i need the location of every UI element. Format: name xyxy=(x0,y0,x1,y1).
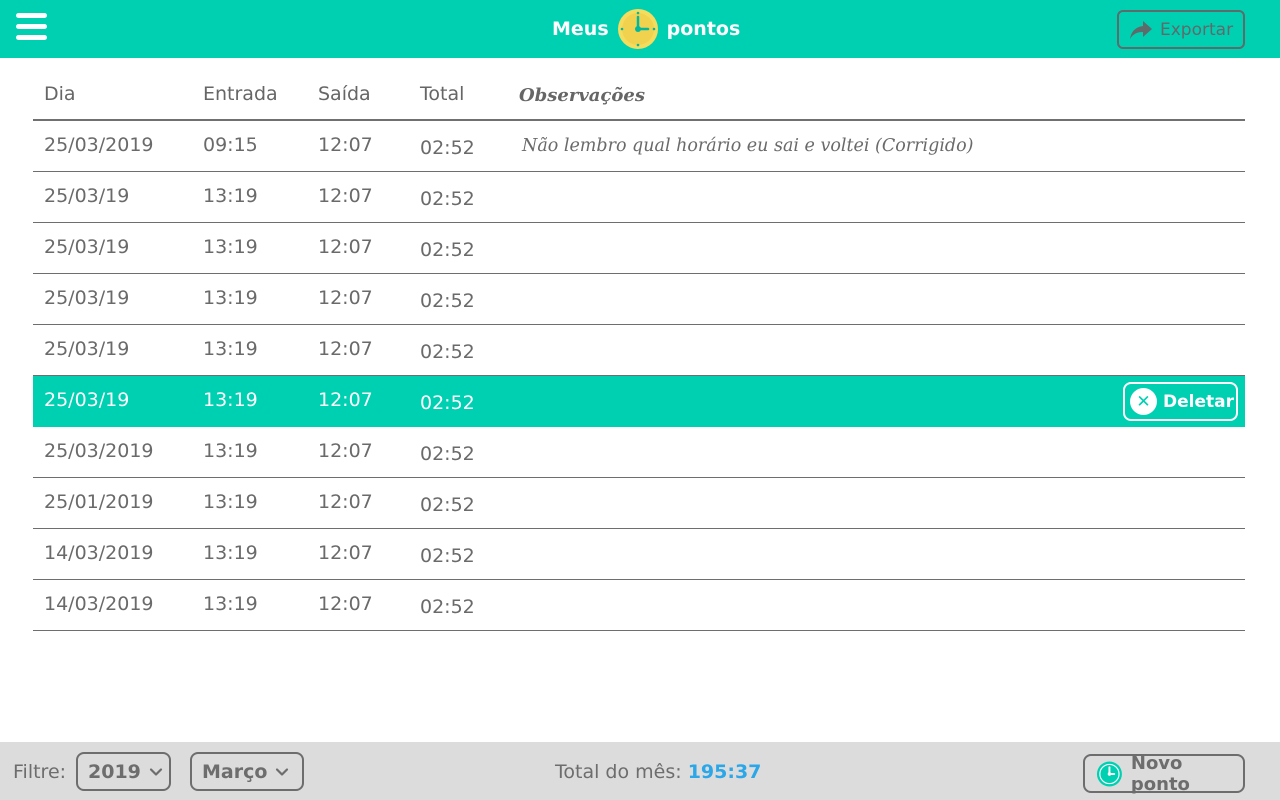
cell-total: 02:52 xyxy=(420,137,475,159)
table-row[interactable]: 14/03/2019 13:19 12:07 02:52 xyxy=(33,529,1245,580)
cell-saida: 12:07 xyxy=(318,389,373,411)
cell-entrada: 13:19 xyxy=(203,542,258,564)
month-total-value: 195:37 xyxy=(687,761,762,783)
column-header-saida: Saída xyxy=(318,83,371,105)
cell-total: 02:52 xyxy=(420,545,475,567)
cell-total: 02:52 xyxy=(420,392,475,414)
cell-saida: 12:07 xyxy=(318,593,373,615)
month-select[interactable]: Março xyxy=(190,752,304,791)
cell-saida: 12:07 xyxy=(318,440,373,462)
cell-dia: 25/03/19 xyxy=(44,185,130,207)
cell-total: 02:52 xyxy=(420,596,475,618)
cell-saida: 12:07 xyxy=(318,287,373,309)
cell-entrada: 09:15 xyxy=(203,134,258,156)
close-circle-icon: ✕ xyxy=(1130,388,1157,415)
share-arrow-icon xyxy=(1130,20,1152,39)
cell-saida: 12:07 xyxy=(318,236,373,258)
cell-entrada: 13:19 xyxy=(203,338,258,360)
cell-entrada: 13:19 xyxy=(203,389,258,411)
app-brand: Meus pontos xyxy=(552,8,740,50)
chevron-down-icon xyxy=(149,767,162,776)
app-header: Meus pontos Exportar xyxy=(0,0,1280,58)
cell-entrada: 13:19 xyxy=(203,287,258,309)
table-row[interactable]: 25/03/19 13:19 12:07 02:52 xyxy=(33,325,1245,376)
cell-entrada: 13:19 xyxy=(203,440,258,462)
cell-saida: 12:07 xyxy=(318,542,373,564)
brand-title-right: pontos xyxy=(666,18,741,40)
cell-dia: 25/03/2019 xyxy=(44,440,154,462)
cell-observacoes: Não lembro qual horário eu sai e voltei … xyxy=(522,136,974,156)
cell-total: 02:52 xyxy=(420,188,475,210)
cell-total: 02:52 xyxy=(420,443,475,465)
cell-saida: 12:07 xyxy=(318,134,373,156)
cell-total: 02:52 xyxy=(420,290,475,312)
menu-bar xyxy=(16,24,47,29)
year-select-value: 2019 xyxy=(88,760,141,783)
cell-dia: 14/03/2019 xyxy=(44,542,154,564)
delete-button[interactable]: ✕ Deletar xyxy=(1123,382,1238,421)
cell-saida: 12:07 xyxy=(318,338,373,360)
cell-total: 02:52 xyxy=(420,341,475,363)
column-header-observacoes: Observações xyxy=(519,85,646,106)
cell-dia: 25/03/2019 xyxy=(44,134,154,156)
year-select[interactable]: 2019 xyxy=(76,752,171,791)
column-header-dia: Dia xyxy=(44,83,76,105)
cell-total: 02:52 xyxy=(420,239,475,261)
cell-total: 02:52 xyxy=(420,494,475,516)
new-entry-label: Novo ponto xyxy=(1130,752,1190,795)
hamburger-menu-icon[interactable] xyxy=(16,13,47,40)
cell-entrada: 13:19 xyxy=(203,236,258,258)
table-row[interactable]: 25/03/2019 09:15 12:07 02:52 Não lembro … xyxy=(33,121,1245,172)
footer-bar: Filtre: 2019 Março Total do mês: 195:37 … xyxy=(0,742,1280,800)
month-select-value: Março xyxy=(202,760,268,783)
chevron-down-icon xyxy=(276,767,289,776)
cell-dia: 25/03/19 xyxy=(44,236,130,258)
cell-entrada: 13:19 xyxy=(203,185,258,207)
menu-bar xyxy=(16,13,47,18)
cell-entrada: 13:19 xyxy=(203,593,258,615)
cell-entrada: 13:19 xyxy=(203,491,258,513)
table-row[interactable]: 25/03/19 13:19 12:07 02:52 xyxy=(33,223,1245,274)
brand-title-left: Meus xyxy=(552,18,609,40)
table-row[interactable]: 25/03/19 13:19 12:07 02:52 xyxy=(33,172,1245,223)
new-entry-button[interactable]: Novo ponto xyxy=(1083,752,1245,795)
cell-saida: 12:07 xyxy=(318,491,373,513)
table-row[interactable]: 25/03/19 13:19 12:07 02:52 xyxy=(33,274,1245,325)
month-total: Total do mês: 195:37 xyxy=(555,761,761,783)
delete-label: Deletar xyxy=(1163,391,1234,412)
export-label: Exportar xyxy=(1160,19,1234,40)
time-entries-table: Dia Entrada Saída Total Observações 25/0… xyxy=(33,70,1245,631)
cell-dia: 25/03/19 xyxy=(44,389,130,411)
cell-dia: 25/03/19 xyxy=(44,287,130,309)
table-header: Dia Entrada Saída Total Observações xyxy=(33,70,1245,121)
column-header-entrada: Entrada xyxy=(203,83,278,105)
table-row[interactable]: 14/03/2019 13:19 12:07 02:52 xyxy=(33,580,1245,631)
cell-dia: 25/01/2019 xyxy=(44,491,154,513)
export-button[interactable]: Exportar xyxy=(1117,10,1245,49)
cell-dia: 25/03/19 xyxy=(44,338,130,360)
table-row-selected[interactable]: 25/03/19 13:19 12:07 02:52 ✕ Deletar xyxy=(33,376,1245,427)
filter-label: Filtre: xyxy=(13,761,67,783)
month-total-label: Total do mês: xyxy=(555,761,682,783)
cell-saida: 12:07 xyxy=(318,185,373,207)
table-row[interactable]: 25/03/2019 13:19 12:07 02:52 xyxy=(33,427,1245,478)
column-header-total: Total xyxy=(420,83,465,105)
clock-icon xyxy=(617,9,658,49)
table-row[interactable]: 25/01/2019 13:19 12:07 02:52 xyxy=(33,478,1245,529)
menu-bar xyxy=(16,35,47,40)
cell-dia: 14/03/2019 xyxy=(44,593,154,615)
clock-icon xyxy=(1096,761,1122,786)
